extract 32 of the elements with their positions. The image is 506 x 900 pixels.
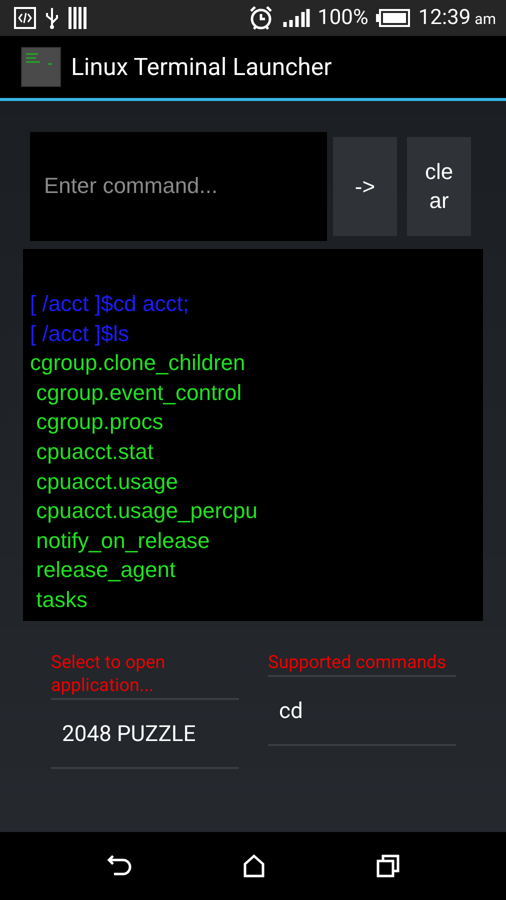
app-icon: [21, 47, 61, 87]
output-line: cpuacct.usage_percpu: [35, 497, 258, 526]
back-icon[interactable]: [106, 855, 132, 877]
alarm-clock-icon: [248, 5, 274, 31]
output-line: notify_on_release: [35, 526, 210, 555]
spinner-label: Select to open application...: [51, 651, 239, 700]
recent-apps-icon[interactable]: [376, 854, 400, 878]
output-line: cgroup.procs: [35, 408, 164, 436]
output-line: cgroup.clone_children: [30, 349, 246, 378]
output-line: cpuacct.usage: [35, 468, 178, 496]
battery-icon: [376, 9, 410, 27]
output-line: cgroup.event_control: [35, 378, 242, 407]
dropdown-spinner[interactable]: cd: [268, 677, 456, 746]
clock-time: 12:39: [418, 6, 471, 30]
home-icon[interactable]: [242, 854, 265, 878]
usb-icon: [44, 6, 60, 30]
run-button[interactable]: ->: [333, 136, 397, 236]
signal-icon: [282, 8, 310, 28]
output-line: release_agent: [35, 556, 176, 584]
command-line: [ /acct ]$cd acct;: [30, 290, 189, 318]
clear-button[interactable]: cle ar: [407, 136, 471, 236]
spinner-label: Supported commands: [268, 651, 456, 677]
bars-icon: [68, 6, 88, 30]
output-line: tasks: [35, 586, 88, 614]
battery-percent: 100%: [318, 6, 368, 30]
command-line: [ /acct ]$ls: [30, 320, 130, 348]
dropdown-spinner[interactable]: 2048 PUZZLE: [51, 700, 239, 769]
app-title: Linux Terminal Launcher: [71, 53, 332, 81]
output-line: cpuacct.stat: [35, 438, 154, 466]
command-input-field[interactable]: Enter command...: [30, 132, 327, 240]
clock-ampm: am: [474, 10, 496, 28]
code-icon: [14, 7, 36, 29]
